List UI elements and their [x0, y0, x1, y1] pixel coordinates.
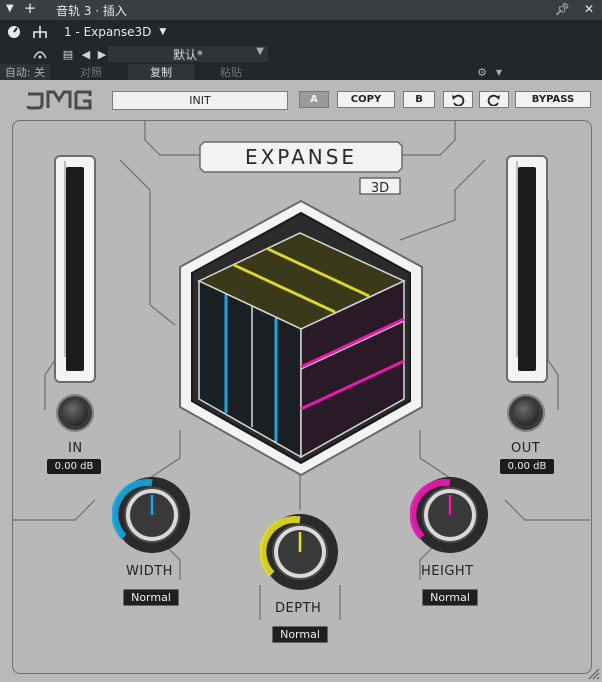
window-title: 音轨 3 · 插入 [56, 4, 127, 18]
output-fader[interactable] [516, 161, 518, 357]
bypass-toggle-icon[interactable] [2, 20, 26, 44]
add-icon[interactable]: + [24, 1, 37, 16]
close-icon[interactable]: ✕ [584, 2, 594, 16]
window-titlebar: ▼ + 音轨 3 · 插入 📌︎ ✕ [0, 0, 602, 20]
host-toolbar: 1 - Expanse3D ▼ ⏻ ▤ ◀ ▶ 默认* ▼ 自动: 关 对照 复… [0, 20, 602, 88]
plugin-selector[interactable]: 1 - Expanse3D ▼ [58, 22, 274, 42]
height-knob[interactable] [410, 475, 490, 555]
output-value[interactable]: 0.00 dB [500, 459, 554, 474]
width-mode-select[interactable]: Normal [123, 589, 179, 606]
output-gain-knob[interactable] [507, 394, 545, 432]
pin-icon[interactable]: 📌︎ [555, 2, 570, 16]
settings-gear-icon[interactable]: ⚙ [474, 64, 490, 80]
width-knob[interactable] [112, 475, 192, 555]
depth-mode-select[interactable]: Normal [272, 626, 328, 643]
depth-knob[interactable] [260, 512, 340, 592]
settings-chevron-icon[interactable]: ▼ [492, 64, 506, 80]
input-value[interactable]: 0.00 dB [47, 459, 101, 474]
height-mode-select[interactable]: Normal [422, 589, 478, 606]
compare-button[interactable]: 对照 [58, 64, 124, 80]
width-label: WIDTH [126, 564, 173, 579]
input-gain-knob[interactable] [56, 394, 94, 432]
routing-icon[interactable] [28, 20, 52, 44]
preset-dropdown[interactable]: 默认* ▼ [108, 46, 268, 62]
output-meter [506, 155, 548, 383]
plugin-window: INIT A COPY B BYPASS EXPANSE 3D IN 0.00 … [0, 80, 602, 682]
cube-visualizer [179, 199, 423, 477]
auto-off-button[interactable]: 自动: 关 [0, 64, 50, 80]
automation-icon[interactable] [28, 44, 52, 64]
input-meter [54, 155, 96, 383]
paste-host-button[interactable]: 粘贴 [198, 64, 264, 80]
plugin-title: EXPANSE 3D [199, 141, 403, 196]
out-label: OUT [511, 441, 541, 456]
depth-label: DEPTH [275, 601, 322, 616]
menu-chevron-icon[interactable]: ▼ [6, 3, 14, 14]
input-fader[interactable] [64, 161, 66, 357]
resize-grip-icon[interactable] [586, 666, 600, 680]
in-label: IN [68, 441, 83, 456]
copy-host-button[interactable]: 复制 [128, 64, 194, 80]
chevron-down-icon: ▼ [159, 27, 167, 37]
height-label: HEIGHT [421, 564, 474, 579]
input-meter-well [66, 167, 84, 371]
title-main: EXPANSE [245, 145, 357, 169]
output-meter-well [518, 167, 536, 371]
chevron-down-icon: ▼ [256, 46, 264, 57]
title-sub: 3D [371, 181, 389, 196]
